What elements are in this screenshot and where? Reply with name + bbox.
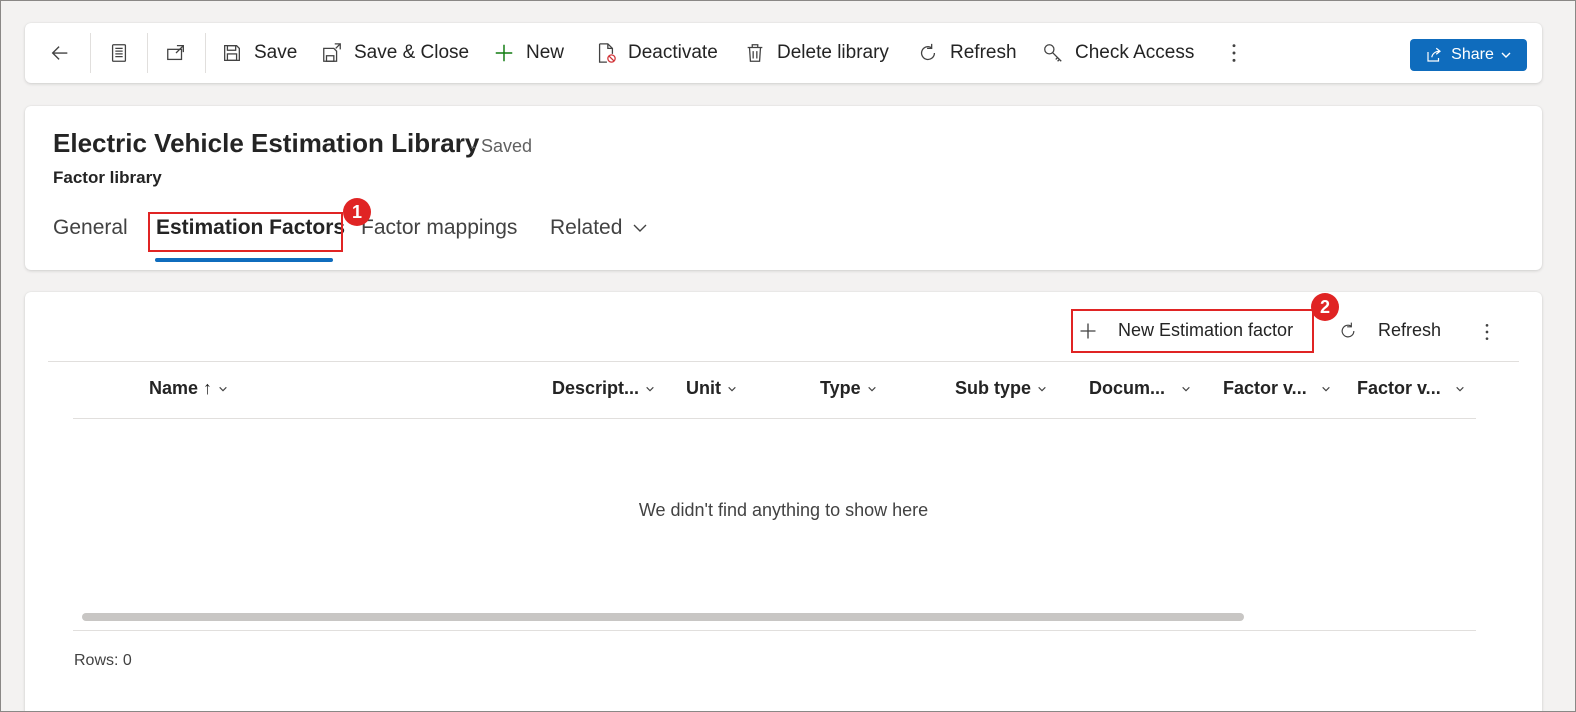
record-title: Electric Vehicle Estimation Library: [53, 128, 480, 158]
divider: [48, 361, 1519, 362]
share-icon: [1427, 47, 1442, 62]
active-tab-indicator: [155, 258, 333, 262]
add-icon: [495, 44, 513, 62]
refresh-button[interactable]: Refresh: [917, 23, 1017, 83]
chevron-down-icon: [1182, 386, 1190, 391]
column-header-label: Descript...: [552, 378, 640, 398]
add-icon: [1080, 323, 1096, 338]
column-header-unit[interactable]: Unit: [686, 378, 737, 399]
delete-library-label: Delete library: [777, 42, 889, 63]
more-vertical-icon: [1232, 44, 1236, 62]
column-header-label: Factor v...: [1223, 378, 1307, 398]
new-button[interactable]: New: [493, 23, 564, 83]
deactivate-label: Deactivate: [628, 42, 718, 63]
new-estimation-factor-label: New Estimation factor: [1118, 320, 1294, 340]
deactivate-icon: [598, 43, 616, 63]
refresh-icon: [1341, 322, 1355, 337]
tab-related[interactable]: Related: [550, 216, 648, 240]
divider: [73, 630, 1476, 631]
chevron-down-icon: [1321, 386, 1330, 391]
save-close-icon: [323, 43, 341, 62]
subgrid-refresh-label: Refresh: [1378, 320, 1442, 340]
estimation-factors-subgrid: 2 New Estimation factor Refresh Name ↑ D…: [25, 292, 1542, 712]
divider: [73, 418, 1476, 419]
column-header-description[interactable]: Descript...: [552, 378, 655, 399]
column-header-label: Unit: [686, 378, 721, 398]
deactivate-button[interactable]: Deactivate: [595, 23, 718, 83]
row-count: Rows: 0: [74, 652, 132, 669]
callout-badge-2: 2: [1311, 293, 1339, 321]
save-icon: [224, 45, 240, 61]
refresh-label: Refresh: [950, 42, 1017, 63]
chevron-down-icon: [219, 386, 227, 391]
save-status: - Saved: [470, 136, 533, 156]
chevron-down-icon: [1038, 386, 1046, 391]
command-bar: Save Save & Close New Deactivate Delete …: [25, 23, 1542, 83]
save-close-button[interactable]: Save & Close: [321, 23, 469, 83]
column-header-name[interactable]: Name ↑: [149, 378, 228, 399]
separator: [147, 33, 148, 73]
column-header-label: Sub type: [955, 378, 1032, 398]
back-button[interactable]: [49, 23, 82, 83]
separator: [205, 33, 206, 73]
record-header: Electric Vehicle Estimation Library - Sa…: [25, 106, 1542, 270]
delete-library-button[interactable]: Delete library: [744, 23, 889, 83]
separator: [90, 33, 91, 73]
column-header-sub-type[interactable]: Sub type: [955, 378, 1047, 399]
callout-box-1: [148, 212, 343, 252]
new-estimation-factor-button[interactable]: New Estimation factor: [1078, 320, 1293, 341]
chevron-down-icon: [646, 386, 654, 391]
chevron-down-icon: [728, 386, 736, 391]
refresh-icon: [920, 43, 936, 61]
key-icon: [1044, 44, 1062, 62]
open-in-new-window-icon: [167, 45, 184, 61]
tab-general[interactable]: General: [53, 216, 128, 240]
callout-badge-1: 1: [343, 198, 371, 226]
column-header-label: Name ↑: [149, 378, 213, 398]
back-arrow-icon: [51, 46, 68, 60]
tab-factor-mappings[interactable]: Factor mappings: [361, 216, 517, 240]
save-button[interactable]: Save: [221, 23, 297, 83]
share-label: Share: [1451, 46, 1494, 63]
open-new-window-button[interactable]: [165, 23, 198, 83]
more-vertical-icon: [1485, 324, 1489, 340]
column-header-factor-value-2[interactable]: Factor v...: [1357, 378, 1465, 399]
column-header-label: Factor v...: [1357, 378, 1441, 398]
column-header-factor-value-1[interactable]: Factor v...: [1223, 378, 1331, 399]
new-label: New: [526, 42, 565, 63]
check-access-button[interactable]: Check Access: [1042, 23, 1194, 83]
column-header-label: Docum...: [1089, 378, 1166, 398]
column-header-label: Type: [820, 378, 861, 398]
column-header-document[interactable]: Docum...: [1089, 378, 1191, 399]
subgrid-more-button[interactable]: [1477, 322, 1497, 342]
check-access-label: Check Access: [1075, 42, 1195, 63]
form-view-button[interactable]: [108, 23, 141, 83]
horizontal-scrollbar[interactable]: [82, 613, 1244, 621]
chevron-down-icon: [1501, 52, 1511, 58]
save-close-label: Save & Close: [354, 42, 470, 63]
save-label: Save: [254, 42, 298, 63]
chevron-down-icon: [633, 224, 647, 232]
empty-state-message: We didn't find anything to show here: [638, 500, 929, 520]
chevron-down-icon: [867, 386, 876, 391]
more-commands-button[interactable]: [1223, 23, 1256, 83]
trash-icon: [747, 44, 763, 62]
entity-name: Factor library: [53, 168, 162, 187]
subgrid-refresh-button[interactable]: Refresh: [1338, 320, 1441, 341]
share-button[interactable]: Share: [1410, 39, 1527, 71]
column-header-type[interactable]: Type: [820, 378, 877, 399]
chevron-down-icon: [1455, 386, 1464, 391]
tab-related-label: Related: [550, 216, 623, 239]
form-icon: [111, 44, 127, 62]
